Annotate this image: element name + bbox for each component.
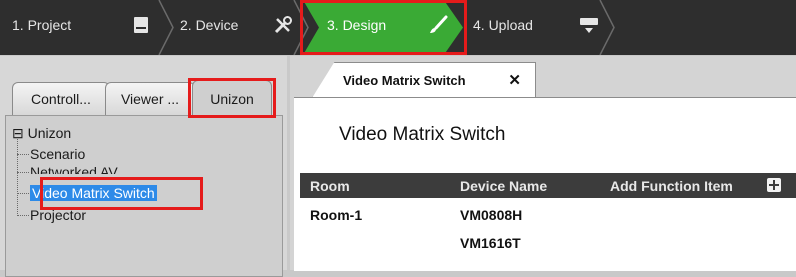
tree-node-label: Networked AV bbox=[30, 164, 118, 174]
tab-video-matrix-switch[interactable]: Video Matrix Switch ✕ bbox=[312, 62, 536, 98]
add-icon[interactable] bbox=[767, 178, 781, 192]
left-panel: Controll... Viewer ... Unizon ⊟ Unizon S… bbox=[0, 56, 287, 277]
step-separator bbox=[599, 0, 615, 55]
tree-node-networked-av[interactable]: Networked AV bbox=[30, 164, 118, 174]
wizard-step-design[interactable]: 3. Design bbox=[303, 0, 463, 55]
tree-connector bbox=[17, 154, 29, 155]
wizard-step-device[interactable]: 2. Device bbox=[168, 0, 303, 55]
document-tab-label: Video Matrix Switch bbox=[343, 73, 466, 88]
design-workspace: Video Matrix Switch ✕ Video Matrix Switc… bbox=[290, 56, 796, 271]
wizard-step-upload[interactable]: 4. Upload bbox=[463, 0, 611, 55]
tab-label: Controll... bbox=[31, 91, 91, 107]
wizard-step-label: 2. Device bbox=[180, 17, 239, 33]
tree-connector bbox=[17, 172, 29, 173]
upload-device-icon bbox=[578, 14, 600, 36]
paintbrush-icon bbox=[427, 14, 449, 36]
tree-node-label: Scenario bbox=[30, 146, 86, 162]
tools-icon bbox=[272, 14, 294, 36]
column-header-add-function-item[interactable]: Add Function Item bbox=[610, 178, 733, 194]
tree-node-label: Video Matrix Switch bbox=[30, 185, 157, 201]
tree-node-projector[interactable]: Projector bbox=[30, 207, 86, 223]
page-title: Video Matrix Switch bbox=[339, 124, 506, 145]
tab-unizon[interactable]: Unizon bbox=[192, 80, 272, 116]
wizard-step-label: 1. Project bbox=[12, 17, 72, 33]
table-cell-device: VM0808H bbox=[460, 207, 523, 223]
tab-controllers[interactable]: Controll... bbox=[12, 82, 110, 115]
wizard-step-label: 4. Upload bbox=[473, 17, 533, 33]
tree-connector bbox=[17, 139, 18, 216]
tree-connector bbox=[17, 215, 29, 216]
column-header-device-name[interactable]: Device Name bbox=[460, 178, 547, 194]
wizard-step-project[interactable]: 1. Project bbox=[2, 0, 167, 55]
table-header: Room Device Name Add Function Item bbox=[300, 173, 796, 198]
tree-connector bbox=[17, 193, 29, 194]
tab-label: Viewer ... bbox=[120, 91, 180, 107]
document-icon bbox=[130, 14, 152, 36]
wizard-step-label: 3. Design bbox=[327, 17, 387, 33]
tree-node-label: Unizon bbox=[27, 125, 72, 141]
wizard-bar: 1. Project 2. Device 3. Design 4. Upload bbox=[0, 0, 796, 55]
document-content: Video Matrix Switch Room Device Name Add… bbox=[294, 97, 796, 271]
column-header-room[interactable]: Room bbox=[310, 178, 350, 194]
device-tree-panel: ⊟ Unizon Scenario Networked AV Video Mat… bbox=[5, 115, 283, 277]
tree-node-unizon[interactable]: ⊟ Unizon bbox=[12, 125, 71, 141]
device-tree: ⊟ Unizon Scenario Networked AV Video Mat… bbox=[6, 116, 282, 276]
collapse-icon[interactable]: ⊟ bbox=[12, 125, 24, 141]
tab-label: Unizon bbox=[210, 90, 254, 107]
tree-node-scenario[interactable]: Scenario bbox=[30, 146, 85, 162]
tab-viewer[interactable]: Viewer ... bbox=[105, 82, 195, 115]
close-icon[interactable]: ✕ bbox=[508, 71, 521, 89]
table-cell-device: VM1616T bbox=[460, 235, 521, 251]
tree-node-label: Projector bbox=[30, 207, 87, 223]
tree-node-video-matrix-switch[interactable]: Video Matrix Switch bbox=[30, 185, 157, 201]
table-cell-room: Room-1 bbox=[310, 207, 363, 223]
